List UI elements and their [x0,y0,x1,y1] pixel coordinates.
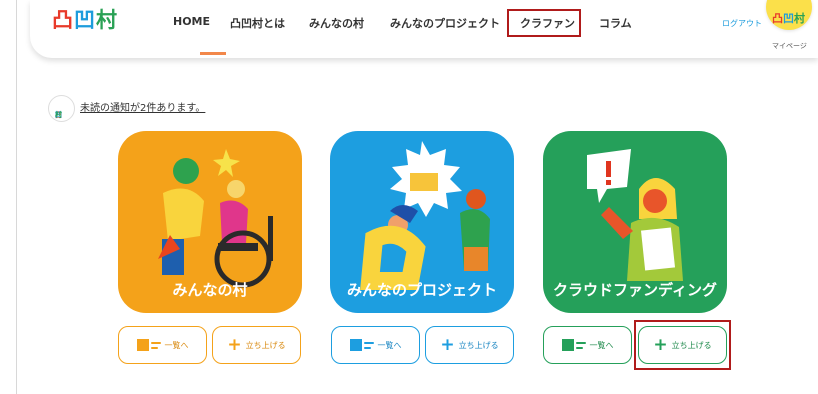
card-crowdfunding[interactable]: クラウドファンディング [543,131,727,313]
village-create-button[interactable]: + 立ち上げる [212,326,301,364]
crowdfunding-create-highlight [634,320,731,370]
list-label: 一覧へ [377,340,402,350]
mypage-logo-char-1: 凸 [772,12,783,25]
crowdfunding-nav-highlight [507,9,581,37]
village-list-button[interactable]: 一覧へ [118,326,207,364]
plus-icon: + [440,334,455,355]
nav-minna-project[interactable]: みんなのプロジェクト [390,15,500,31]
notice-avatar: 凸凹村 [48,95,75,122]
list-icon [349,339,374,351]
mypage-link[interactable]: マイページ [772,41,807,51]
nav-about[interactable]: 凸凹村とは [230,15,285,31]
card-title: クラウドファンディング [553,281,717,299]
project-create-button[interactable]: + 立ち上げる [425,326,514,364]
mypage-logo: 凸凹村 [772,10,805,26]
create-label: 立ち上げる [245,340,286,350]
site-header: 凸凹村 HOME 凸凹村とは みんなの村 みんなのプロジェクト クラファン コラ… [30,0,818,58]
card-title: みんなのプロジェクト [346,281,497,299]
mypage-logo-char-2: 凹 [783,12,794,25]
nav-minna-village[interactable]: みんなの村 [309,15,364,31]
nav-column[interactable]: コラム [599,15,632,31]
card-title: みんなの村 [172,281,248,299]
mypage-logo-char-3: 村 [794,12,805,25]
project-list-button[interactable]: 一覧へ [331,326,420,364]
card-minna-project[interactable]: みんなのプロジェクト [330,131,514,313]
mypage-avatar[interactable]: 凸凹村 [766,0,812,30]
logo-char-3: 村 [96,8,118,32]
list-icon [561,339,586,351]
site-logo[interactable]: 凸凹村 [52,4,118,34]
list-icon [136,339,161,351]
logo-char-1: 凸 [52,8,74,32]
logo-char-2: 凹 [74,8,96,32]
nav-home[interactable]: HOME [173,15,210,28]
unread-notification-link[interactable]: 未読の通知が2件あります。 [80,99,205,114]
list-label: 一覧へ [589,340,614,350]
logout-link[interactable]: ログアウト [722,18,762,29]
plus-icon: + [227,334,242,355]
nav-active-indicator [200,52,226,55]
card-minna-village[interactable]: みんなの村 [118,131,302,313]
notice-logo-char-3: 村 [55,111,62,119]
list-label: 一覧へ [164,340,189,350]
create-label: 立ち上げる [458,340,499,350]
crowdfunding-list-button[interactable]: 一覧へ [543,326,632,364]
page-left-border [16,0,17,394]
